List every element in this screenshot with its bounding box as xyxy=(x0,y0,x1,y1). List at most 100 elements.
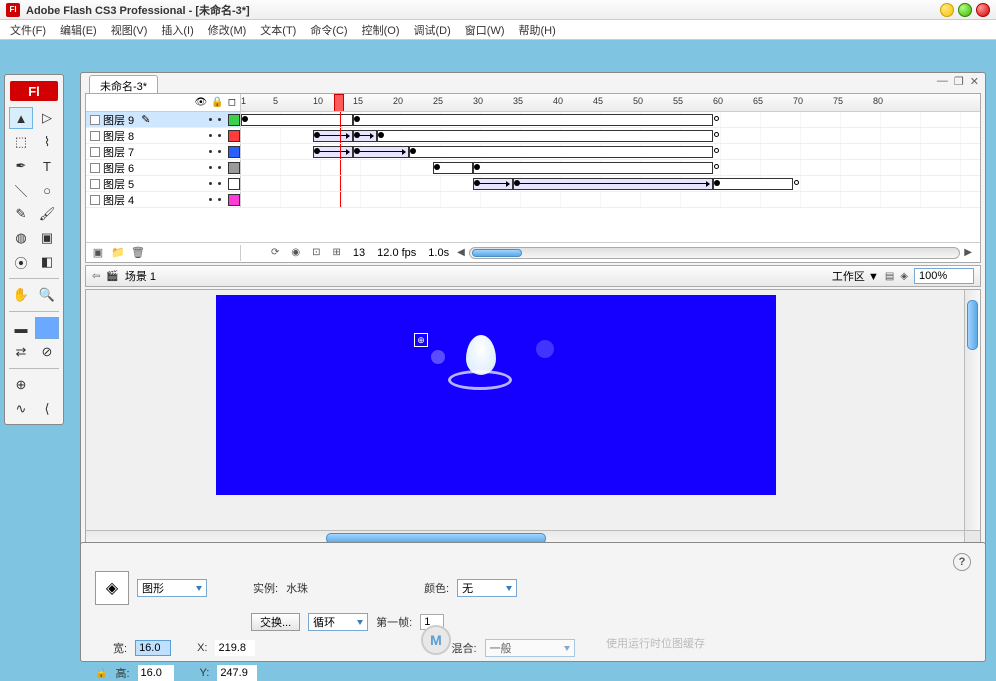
maximize-button[interactable] xyxy=(958,3,972,17)
watermark-text: 使用运行时位图缓存 xyxy=(606,635,705,651)
separator xyxy=(9,368,59,369)
pen-tool[interactable]: ✒ xyxy=(9,155,33,177)
center-frame-icon[interactable]: ◉ xyxy=(291,247,300,258)
timeline-body[interactable]: 图层 9✎图层 8图层 7图层 6图层 5图层 4 xyxy=(86,112,980,242)
menu-file[interactable]: 文件(F) xyxy=(4,20,52,40)
bubble-graphic xyxy=(536,340,554,358)
delete-layer-button[interactable]: 🗑 xyxy=(130,245,146,261)
help-icon[interactable]: ? xyxy=(953,553,971,571)
zoom-tool[interactable]: 🔍 xyxy=(35,284,59,306)
timeline-panel: 👁 🔒 ◻ 15101520253035404550556065707580 图… xyxy=(85,93,981,263)
color-combo[interactable]: 无 xyxy=(457,579,517,597)
minimize-button[interactable] xyxy=(940,3,954,17)
text-tool[interactable]: T xyxy=(35,155,59,177)
menu-view[interactable]: 视图(V) xyxy=(105,20,154,40)
layer-row[interactable]: 图层 4 xyxy=(86,192,980,208)
frame-ruler[interactable]: 15101520253035404550556065707580 xyxy=(241,94,980,111)
y-field[interactable]: 247.9 xyxy=(217,665,257,681)
lock-icon[interactable]: 🔒 xyxy=(211,97,223,108)
bubble-graphic xyxy=(431,350,445,364)
scene-name[interactable]: 场景 1 xyxy=(125,268,156,284)
straighten-tool[interactable]: ⟨ xyxy=(35,398,59,420)
snap-tool[interactable]: ⊕ xyxy=(9,374,33,396)
ink-bottle-tool[interactable]: ◍ xyxy=(9,227,33,249)
edit-multi-icon[interactable]: ⊞ xyxy=(333,247,341,258)
document-panel: 未命名-3* — ❐ ✕ 👁 🔒 ◻ 151015202530354045505… xyxy=(80,72,986,552)
no-color[interactable]: ⊘ xyxy=(35,341,59,363)
instance-type-combo[interactable]: 图形 xyxy=(137,579,207,597)
onion-outlines-icon[interactable]: ⊡ xyxy=(312,247,320,258)
stroke-color[interactable]: ▬ xyxy=(9,317,33,339)
stage-canvas[interactable]: ⊕ xyxy=(216,295,776,495)
workspace-dropdown[interactable]: 工作区 ▼ xyxy=(832,268,879,284)
elapsed-label: 1.0s xyxy=(428,247,449,259)
new-folder-button[interactable]: 📁 xyxy=(110,245,126,261)
eyedropper-tool[interactable]: ⦿ xyxy=(9,251,33,273)
paint-bucket-tool[interactable]: ▣ xyxy=(35,227,59,249)
oval-tool[interactable]: ○ xyxy=(35,179,59,201)
current-frame: 13 xyxy=(353,247,365,259)
symbol-thumbnail[interactable]: ◈ xyxy=(95,571,129,605)
flash-brand-icon: Fl xyxy=(10,81,58,101)
stage-vscroll[interactable] xyxy=(964,290,980,530)
eye-icon[interactable]: 👁 xyxy=(195,97,208,108)
blend-label: 混合: xyxy=(451,640,476,656)
brush-tool[interactable]: 🖌 xyxy=(35,203,59,225)
edit-scene-icon[interactable]: ▤ xyxy=(885,271,894,282)
height-field[interactable]: 16.0 xyxy=(138,665,174,681)
line-tool[interactable]: ＼ xyxy=(9,179,33,201)
selection-tool[interactable]: ▲ xyxy=(9,107,33,129)
constrain-icon[interactable]: 🔒 xyxy=(95,668,107,679)
smooth-tool[interactable]: ∿ xyxy=(9,398,33,420)
workspace: Fl ▲ ▷ ⬚ ⌇ ✒ T ＼ ○ ✎ 🖌 ◍ ▣ ⦿ ◧ ✋ 🔍 ▬ ⇄ ⊘… xyxy=(0,42,996,668)
width-field[interactable]: 16.0 xyxy=(135,640,171,656)
zoom-combo[interactable]: 100% xyxy=(914,268,974,284)
menu-modify[interactable]: 修改(M) xyxy=(202,20,253,40)
stage[interactable]: ⊕ xyxy=(85,289,981,547)
scene-icon: 🎬 xyxy=(106,271,118,282)
new-layer-button[interactable]: ▣ xyxy=(90,245,106,261)
free-transform-tool[interactable]: ⬚ xyxy=(9,131,33,153)
doc-close[interactable]: ✕ xyxy=(970,75,979,88)
subselection-tool[interactable]: ▷ xyxy=(35,107,59,129)
doc-restore[interactable]: ❐ xyxy=(954,75,964,88)
option-tool[interactable] xyxy=(35,374,59,396)
x-field[interactable]: 219.8 xyxy=(215,640,255,656)
layer-row[interactable]: 图层 7 xyxy=(86,144,980,160)
doc-tabs: 未命名-3* — ❐ ✕ xyxy=(81,73,985,93)
menu-control[interactable]: 控制(O) xyxy=(356,20,406,40)
back-icon[interactable]: ⇦ xyxy=(92,271,100,282)
pencil-tool[interactable]: ✎ xyxy=(9,203,33,225)
loop-combo[interactable]: 循环 xyxy=(308,613,368,631)
layer-row[interactable]: 图层 9✎ xyxy=(86,112,980,128)
menu-commands[interactable]: 命令(C) xyxy=(304,20,353,40)
eraser-tool[interactable]: ◧ xyxy=(35,251,59,273)
menu-debug[interactable]: 调试(D) xyxy=(408,20,457,40)
layer-row[interactable]: 图层 8 xyxy=(86,128,980,144)
doc-tab[interactable]: 未命名-3* xyxy=(89,75,158,93)
scene-bar: ⇦ 🎬 场景 1 工作区 ▼ ▤ ◈ 100% xyxy=(85,265,981,287)
menu-text[interactable]: 文本(T) xyxy=(254,20,302,40)
timeline-scroll[interactable]: ◀ ▶ xyxy=(449,247,980,259)
doc-minimize[interactable]: — xyxy=(937,75,948,88)
fill-color[interactable] xyxy=(35,317,59,339)
close-button[interactable] xyxy=(976,3,990,17)
swap-colors[interactable]: ⇄ xyxy=(9,341,33,363)
toolbox: Fl ▲ ▷ ⬚ ⌇ ✒ T ＼ ○ ✎ 🖌 ◍ ▣ ⦿ ◧ ✋ 🔍 ▬ ⇄ ⊘… xyxy=(4,74,64,425)
blend-combo[interactable]: 一般 xyxy=(485,639,575,657)
instance-label: 实例: xyxy=(253,580,278,596)
layer-row[interactable]: 图层 5 xyxy=(86,176,980,192)
layer-row[interactable]: 图层 6 xyxy=(86,160,980,176)
menu-help[interactable]: 帮助(H) xyxy=(513,20,562,40)
menu-window[interactable]: 窗口(W) xyxy=(459,20,511,40)
swap-button[interactable]: 交换... xyxy=(251,613,300,631)
menu-insert[interactable]: 插入(I) xyxy=(155,20,199,40)
outline-icon[interactable]: ◻ xyxy=(228,97,236,108)
edit-symbol-icon[interactable]: ◈ xyxy=(900,271,908,282)
onion-skin-icon[interactable]: ⟳ xyxy=(271,247,279,258)
menu-edit[interactable]: 编辑(E) xyxy=(54,20,103,40)
water-drop-graphic[interactable] xyxy=(466,335,496,375)
hand-tool[interactable]: ✋ xyxy=(9,284,33,306)
registration-icon[interactable]: ⊕ xyxy=(414,333,428,347)
lasso-tool[interactable]: ⌇ xyxy=(35,131,59,153)
